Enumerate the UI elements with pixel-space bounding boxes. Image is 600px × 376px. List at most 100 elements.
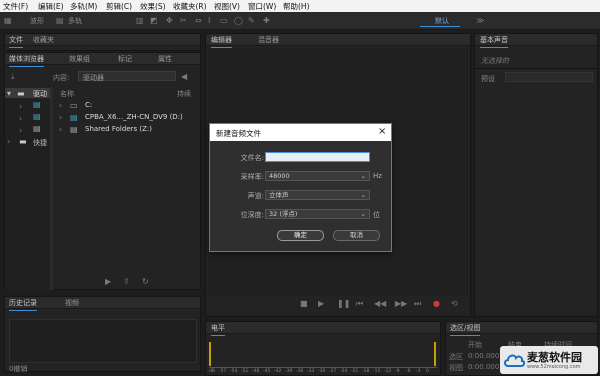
menu-edit[interactable]: 编辑(E) <box>38 1 64 12</box>
selection-start-value[interactable]: 0:00.000 <box>468 352 499 360</box>
undo-count: 0撤销 <box>9 365 28 373</box>
bitdepth-value: 32 (浮点) <box>269 210 298 218</box>
drive-z-icon: ▤ <box>33 124 41 133</box>
fast-forward-icon[interactable]: ▶▶ <box>395 299 407 308</box>
loop-icon[interactable]: ⟲ <box>451 299 458 308</box>
import-icon[interactable]: ⤓ <box>11 72 15 81</box>
no-selection-text: 无选择的 <box>481 57 509 65</box>
ruler-label: -21 <box>351 369 359 374</box>
go-to-end-icon[interactable]: ⏭ <box>414 299 421 309</box>
workspace-menu-icon[interactable]: ≫ <box>476 16 484 25</box>
preset-dropdown[interactable] <box>505 72 593 82</box>
close-icon[interactable]: × <box>378 126 386 137</box>
multitrack-button[interactable]: 多轨 <box>68 16 82 26</box>
ok-button[interactable]: 确定 <box>277 230 324 241</box>
tab-essential-sound[interactable]: 基本声音 <box>480 35 508 48</box>
tab-mixer[interactable]: 混音器 <box>258 35 279 45</box>
menu-view[interactable]: 视图(V) <box>214 1 240 12</box>
collapse-arrow-icon[interactable]: › <box>7 137 10 146</box>
expand-arrow-icon: › <box>59 101 63 110</box>
tab-favorites[interactable]: 收藏夹 <box>33 35 54 45</box>
slip-tool-icon[interactable]: ⇔ <box>195 16 202 25</box>
drive-c-icon: ▤ <box>33 100 41 109</box>
menu-clip[interactable]: 剪辑(C) <box>106 1 132 12</box>
multitrack-view-icon[interactable]: ▤ <box>56 16 64 25</box>
tree-item-drive[interactable]: ▾ ▬ 驱动 <box>5 88 53 98</box>
menu-bar: 文件(F) 编辑(E) 多轨(M) 剪辑(C) 效果(S) 收藏夹(R) 视图(… <box>0 0 600 12</box>
tab-media-browser[interactable]: 媒体浏览器 <box>9 54 44 67</box>
history-list[interactable] <box>9 319 197 363</box>
stop-icon[interactable]: ■ <box>300 299 308 308</box>
expand-arrow-icon: › <box>59 113 63 122</box>
lasso-icon[interactable]: ◯ <box>234 16 243 25</box>
essential-sound-panel: 基本声音 无选择的 预设 <box>474 33 598 317</box>
list-item[interactable]: › ▤ Shared Folders (Z:) <box>59 124 199 135</box>
pitch-icon[interactable]: ◩ <box>150 16 158 25</box>
workspace-default[interactable]: 默认 <box>435 16 449 26</box>
view-start-value[interactable]: 0:00.000 <box>468 363 499 371</box>
samplerate-label: 采样率: <box>240 173 264 181</box>
ruler-label: -51 <box>241 369 249 374</box>
tab-properties[interactable]: 属性 <box>158 54 172 64</box>
play-icon[interactable]: ▶ <box>318 299 324 308</box>
column-start: 开始 <box>468 341 482 349</box>
ruler-label: -33 <box>307 369 315 374</box>
levels-panel: 电平 <box>205 321 441 376</box>
list-item-label: CPBA_X6..._ZH-CN_DV9 (D:) <box>85 113 183 121</box>
column-duration[interactable]: 持续 <box>177 89 191 99</box>
tab-levels[interactable]: 电平 <box>211 323 225 336</box>
ruler-label: -42 <box>274 369 282 374</box>
play-icon[interactable]: ▶ <box>105 277 111 286</box>
auto-play-icon[interactable]: ↻ <box>142 277 149 286</box>
menu-window[interactable]: 窗口(W) <box>248 1 276 12</box>
cloud-logo <box>504 354 525 367</box>
menu-multitrack[interactable]: 多轨(M) <box>70 1 97 12</box>
channels-select[interactable]: 立体声 ⌄ <box>265 190 370 200</box>
tab-editor[interactable]: 编辑器 <box>211 35 232 48</box>
record-icon[interactable]: ● <box>433 299 440 308</box>
export-icon[interactable]: ⇪ <box>123 277 130 286</box>
tab-history[interactable]: 历史记录 <box>9 298 37 311</box>
tree-child-arrow-icon: › <box>19 102 23 111</box>
ruler-label: -54 <box>230 369 238 374</box>
samplerate-value: 48000 <box>269 172 290 180</box>
chevron-down-icon: ⌄ <box>360 172 366 180</box>
time-selection-icon[interactable]: I <box>208 16 210 25</box>
samplerate-select[interactable]: 48000 ⌄ <box>265 171 370 181</box>
tree-item-shortcut[interactable]: 快捷 <box>33 138 47 148</box>
ruler-label: -3 <box>416 369 421 374</box>
menu-help[interactable]: 帮助(H) <box>283 1 310 12</box>
brush-icon[interactable]: ✎ <box>248 16 255 25</box>
spectral-icon[interactable]: ▥ <box>136 16 144 25</box>
move-tool-icon[interactable]: ✥ <box>166 16 173 25</box>
column-name[interactable]: 名称 <box>60 89 74 99</box>
tab-selection-view[interactable]: 选区/视图 <box>450 323 481 336</box>
cancel-button[interactable]: 取消 <box>333 230 380 241</box>
tree-splitter[interactable] <box>50 87 53 290</box>
marquee-icon[interactable]: ▭ <box>220 16 228 25</box>
pause-icon[interactable]: ❚❚ <box>337 299 350 308</box>
menu-file[interactable]: 文件(F) <box>3 1 28 12</box>
waveform-view-icon[interactable]: ▦ <box>4 16 12 25</box>
rewind-icon[interactable]: ◀◀ <box>374 299 386 308</box>
menu-effects[interactable]: 效果(S) <box>140 1 166 12</box>
back-arrow-icon[interactable]: ◀ <box>181 72 187 81</box>
bitdepth-select[interactable]: 32 (浮点) ⌄ <box>265 209 370 219</box>
list-item[interactable]: › ▭ C: <box>59 100 199 111</box>
waveform-button[interactable]: 波形 <box>30 16 44 26</box>
filename-input[interactable] <box>265 152 370 162</box>
tab-effects-rack[interactable]: 效果组 <box>69 54 90 64</box>
spot-heal-icon[interactable]: ✚ <box>263 16 270 25</box>
go-to-start-icon[interactable]: ⏮ <box>356 299 363 309</box>
ruler-label: dB <box>209 369 215 374</box>
ruler-label: -36 <box>296 369 304 374</box>
content-dropdown[interactable]: 驱动器 <box>78 71 176 82</box>
razor-tool-icon[interactable]: ✂ <box>180 16 187 25</box>
list-item[interactable]: › ▤ CPBA_X6..._ZH-CN_DV9 (D:) <box>59 112 199 123</box>
tab-files[interactable]: 文件 <box>9 35 23 48</box>
drive-icon: ▤ <box>70 113 78 122</box>
drive-icon: ▭ <box>70 101 78 110</box>
tab-markers[interactable]: 标记 <box>118 54 132 64</box>
menu-favorites[interactable]: 收藏夹(R) <box>173 1 207 12</box>
tab-video[interactable]: 视频 <box>65 298 79 308</box>
